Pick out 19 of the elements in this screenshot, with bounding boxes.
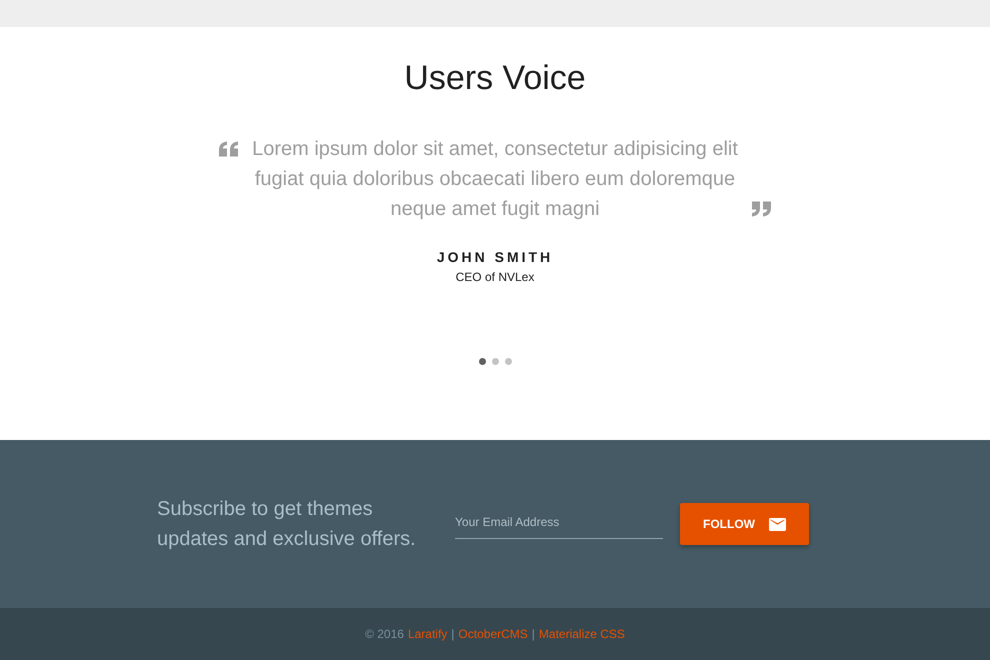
footer-separator: | xyxy=(532,627,535,641)
section-title: Users Voice xyxy=(404,58,586,98)
follow-button[interactable]: FOLLOW xyxy=(680,503,809,545)
subscribe-text: Subscribe to get themes updates and exclusive offers. xyxy=(157,497,417,552)
carousel-dot[interactable] xyxy=(492,358,498,365)
carousel-dot[interactable] xyxy=(504,358,512,365)
quote-open-icon xyxy=(219,141,239,157)
footer-link[interactable]: Materialize CSS xyxy=(538,627,625,641)
mail-icon xyxy=(768,518,786,530)
quote-text: Lorem ipsum dolor sit amet, consectetur adipisicing elit fugiat quia doloribus obcaecati libero eum doloremque neque amet fugit magni xyxy=(251,137,739,222)
carousel-dot[interactable] xyxy=(478,358,486,365)
email-field[interactable]: Your Email Address xyxy=(455,506,663,538)
copyright-text: © 2016 xyxy=(365,627,404,641)
footer-link[interactable]: OctoberCMS xyxy=(458,627,528,641)
footer-separator: | xyxy=(451,627,454,641)
author-role: CEO of NVLex xyxy=(456,269,534,285)
author-name: JOHN SMITH xyxy=(436,248,554,267)
quote-close-icon xyxy=(751,201,771,217)
footer-link[interactable]: Laratify xyxy=(408,627,448,641)
